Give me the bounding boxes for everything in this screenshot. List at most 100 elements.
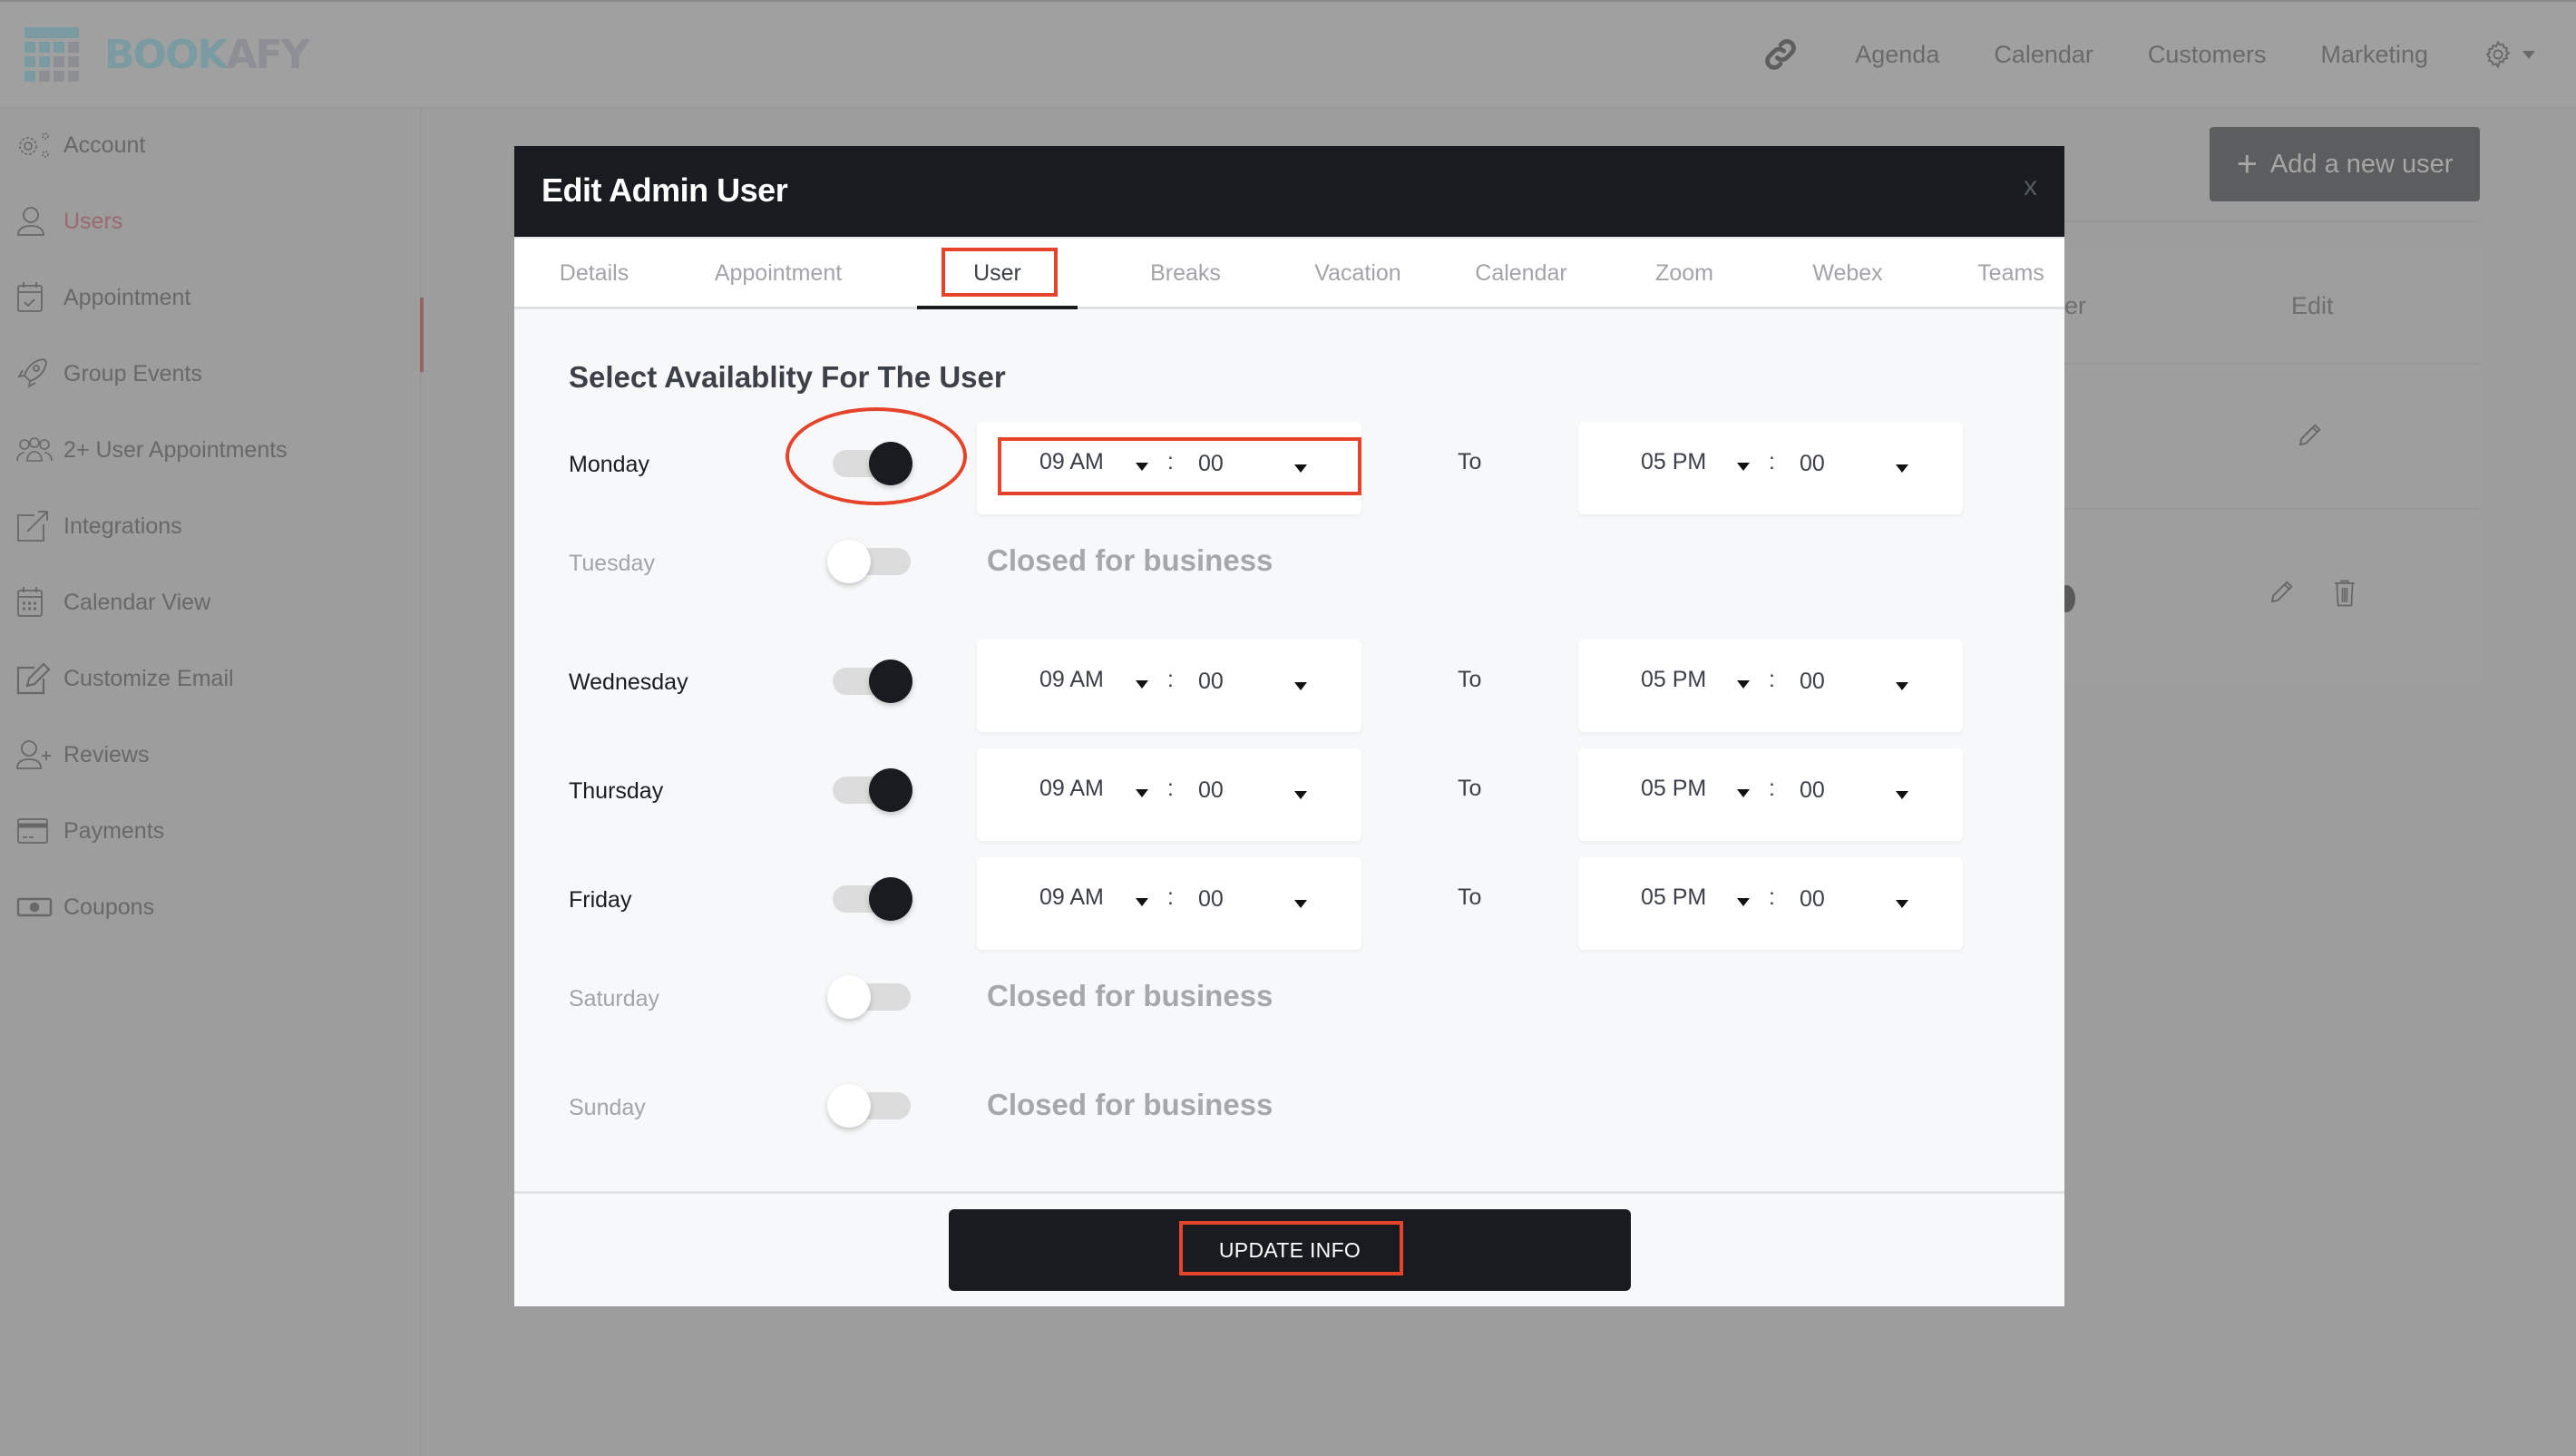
availability-toggle-wednesday[interactable]	[827, 654, 914, 708]
sidebar-item-users[interactable]: Users	[16, 203, 122, 239]
user-icon	[17, 207, 44, 236]
chevron-down-icon[interactable]	[1136, 463, 1148, 471]
day-label: Tuesday	[569, 551, 655, 576]
closed-for-business-label: Closed for business	[987, 1088, 1273, 1121]
link-icon[interactable]	[1761, 34, 1800, 74]
sidebar-item-reviews[interactable]: Reviews	[16, 737, 149, 773]
chevron-down-icon[interactable]	[1737, 789, 1750, 797]
to-time-thursday: 05 PM : 00	[1578, 748, 1963, 841]
hour-select[interactable]: 09 AM	[1039, 776, 1104, 802]
nav-marketing[interactable]: Marketing	[2320, 41, 2428, 69]
edit-icon	[16, 662, 51, 695]
pencil-icon[interactable]	[2296, 422, 2323, 449]
update-info-button[interactable]: UPDATE INFO	[949, 1209, 1631, 1291]
chevron-down-icon[interactable]	[1136, 789, 1148, 797]
day-row-tuesday: Tuesday Closed for business	[514, 518, 2064, 609]
top-nav: Agenda Calendar Customers Marketing	[1761, 2, 2576, 107]
day-label: Saturday	[569, 986, 660, 1011]
hour-select[interactable]: 05 PM	[1641, 776, 1706, 802]
tab-breaks[interactable]: Breaks	[1095, 239, 1276, 308]
chevron-down-icon[interactable]	[1896, 464, 1908, 473]
nav-customers[interactable]: Customers	[2148, 41, 2267, 69]
sidebar-active-indicator	[420, 298, 424, 372]
chevron-down-icon[interactable]	[1294, 682, 1307, 690]
tab-vacation[interactable]: Vacation	[1267, 239, 1449, 308]
tab-appointment[interactable]: Appointment	[674, 239, 883, 308]
minute-select[interactable]: 00	[1800, 451, 1825, 477]
minute-select[interactable]: 00	[1800, 886, 1825, 913]
nav-agenda[interactable]: Agenda	[1855, 41, 1939, 69]
availability-toggle-thursday[interactable]	[827, 763, 914, 817]
table-row	[2064, 365, 2480, 510]
day-label: Wednesday	[569, 669, 688, 695]
pencil-icon[interactable]	[2268, 579, 2295, 606]
bookafy-logo[interactable]: BOOKAFY	[24, 27, 309, 82]
settings-dropdown[interactable]	[2483, 39, 2535, 70]
add-new-user-button[interactable]: + Add a new user	[2210, 127, 2480, 201]
sidebar-item-label: 2+ User Appointments	[63, 436, 288, 463]
availability-toggle-friday[interactable]	[827, 872, 914, 926]
chevron-down-icon[interactable]	[1136, 680, 1148, 689]
sidebar-item-label: Reviews	[63, 741, 150, 767]
chevron-down-icon[interactable]	[1294, 464, 1307, 473]
sidebar: Account Users Appointment Group Events 2…	[0, 109, 424, 1456]
sidebar-item-appointment[interactable]: Appointment	[16, 279, 190, 316]
nav-calendar[interactable]: Calendar	[1994, 41, 2093, 69]
minute-select[interactable]: 00	[1198, 669, 1224, 695]
hour-select[interactable]: 05 PM	[1641, 667, 1706, 693]
sidebar-item-account[interactable]: Account	[16, 127, 145, 163]
availability-toggle-saturday[interactable]	[827, 970, 914, 1024]
tab-calendar[interactable]: Calendar	[1430, 239, 1612, 308]
tab-user[interactable]: User	[917, 239, 1078, 308]
chevron-down-icon[interactable]	[1294, 900, 1307, 908]
tab-webex[interactable]: Webex	[1757, 239, 1938, 308]
hour-select[interactable]: 09 AM	[1039, 667, 1104, 693]
users-group-icon	[16, 437, 53, 462]
sidebar-item-label: Group Events	[63, 360, 202, 386]
logo-calendar-icon	[24, 27, 79, 82]
trash-icon[interactable]	[2333, 579, 2356, 608]
chevron-down-icon[interactable]	[1737, 898, 1750, 906]
chevron-down-icon[interactable]	[1896, 682, 1908, 690]
chevron-down-icon[interactable]	[1737, 680, 1750, 689]
minute-select[interactable]: 00	[1198, 777, 1224, 804]
gear-icon	[2485, 40, 2511, 69]
chevron-down-icon[interactable]	[1737, 463, 1750, 471]
sidebar-item-calendar-view[interactable]: Calendar View	[16, 584, 210, 621]
closed-for-business-label: Closed for business	[987, 543, 1273, 577]
sidebar-item-group-events[interactable]: Group Events	[16, 356, 202, 392]
money-icon	[16, 897, 53, 917]
minute-select[interactable]: 00	[1198, 886, 1224, 913]
minute-select[interactable]: 00	[1800, 777, 1825, 804]
chevron-down-icon[interactable]	[1294, 791, 1307, 799]
hour-select[interactable]: 09 AM	[1039, 884, 1104, 911]
close-icon[interactable]: x	[2024, 171, 2037, 202]
day-label: Thursday	[569, 778, 664, 804]
sidebar-item-coupons[interactable]: Coupons	[16, 889, 154, 925]
chevron-down-icon[interactable]	[1136, 898, 1148, 906]
tab-details[interactable]: Details	[514, 239, 674, 308]
from-time-wednesday: 09 AM : 00	[977, 640, 1361, 732]
availability-toggle-tuesday[interactable]	[827, 534, 914, 589]
sidebar-item-label: Integrations	[63, 513, 182, 539]
availability-toggle-monday[interactable]	[827, 436, 914, 491]
to-label: To	[1458, 884, 1482, 910]
sidebar-item-payments[interactable]: Payments	[16, 813, 164, 849]
chevron-down-icon[interactable]	[1896, 900, 1908, 908]
tab-zoom[interactable]: Zoom	[1594, 239, 1775, 308]
sidebar-item-integrations[interactable]: Integrations	[16, 508, 182, 544]
hour-select[interactable]: 05 PM	[1641, 449, 1706, 475]
tab-teams[interactable]: Teams	[1920, 239, 2102, 308]
to-label: To	[1458, 449, 1482, 474]
hour-select[interactable]: 09 AM	[1039, 449, 1104, 475]
availability-toggle-sunday[interactable]	[827, 1079, 914, 1133]
hour-select[interactable]: 05 PM	[1641, 884, 1706, 911]
day-label: Monday	[569, 452, 649, 477]
sidebar-item-user-appointments[interactable]: 2+ User Appointments	[16, 432, 288, 468]
minute-select[interactable]: 00	[1800, 669, 1825, 695]
user-plus-icon	[16, 740, 51, 769]
minute-select[interactable]: 00	[1198, 451, 1224, 477]
chevron-down-icon[interactable]	[1896, 791, 1908, 799]
users-table: er Edit	[2064, 245, 2480, 685]
sidebar-item-customize-email[interactable]: Customize Email	[16, 660, 234, 697]
